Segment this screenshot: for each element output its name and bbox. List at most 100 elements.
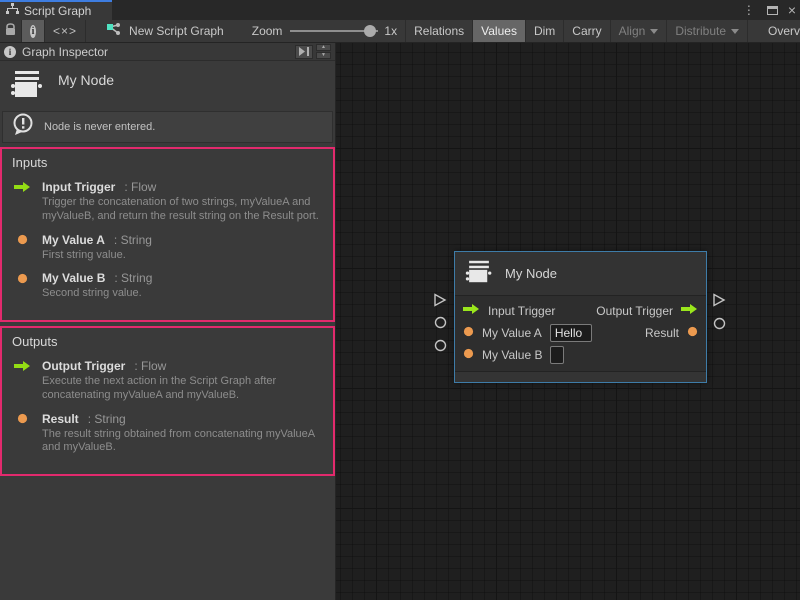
scroll-down-button[interactable]: ▼ — [316, 52, 331, 59]
port-item-output-trigger: Output Trigger : Flow Execute the next a… — [12, 359, 323, 403]
overview-label: Overview — [768, 24, 800, 38]
port-type: : String — [114, 271, 152, 285]
node-row-value-a: My Value A Result — [455, 322, 706, 344]
node-icon — [465, 259, 493, 289]
close-icon[interactable]: × — [788, 3, 796, 17]
port-item-my-value-a: My Value A : String First string value. — [12, 233, 323, 263]
output-trigger-label: Output Trigger — [596, 304, 673, 318]
align-dropdown[interactable]: Align — [611, 20, 668, 42]
chevron-down-icon — [731, 29, 739, 34]
dim-button[interactable]: Dim — [526, 20, 564, 42]
port-name: Result — [42, 412, 79, 426]
my-value-b-input[interactable] — [550, 346, 564, 364]
warning-banner: Node is never entered. — [2, 111, 333, 143]
my-value-a-label: My Value A — [482, 326, 542, 340]
value-port-icon — [12, 413, 33, 424]
new-script-graph-button[interactable]: New Script Graph — [98, 20, 232, 42]
port-name: Input Trigger — [42, 180, 115, 194]
port-description: Execute the next action in the Script Gr… — [42, 375, 328, 403]
external-flow-port[interactable] — [433, 293, 447, 306]
graph-asset-icon — [106, 23, 122, 40]
external-value-port[interactable] — [434, 339, 447, 352]
graph-canvas[interactable]: My Node Input Trigger Output Trigger — [336, 43, 800, 600]
external-flow-port[interactable] — [712, 293, 726, 306]
inputs-header: Inputs — [12, 155, 323, 170]
panel-scroll-spinners: ▲ ▼ — [316, 44, 331, 59]
values-button[interactable]: Values — [473, 20, 526, 42]
port-description: The result string obtained from concaten… — [42, 428, 328, 456]
inputs-section: Inputs Input Trigger : Flow Trigger the … — [0, 147, 335, 322]
new-script-graph-label: New Script Graph — [129, 24, 224, 38]
tab-label: Script Graph — [24, 4, 91, 18]
warning-text: Node is never entered. — [44, 121, 155, 133]
zoom-slider-handle[interactable] — [364, 25, 376, 37]
my-value-b-label: My Value B — [482, 348, 542, 362]
port-name: My Value B — [42, 271, 105, 285]
dock-panel-button[interactable] — [295, 45, 313, 59]
port-name: My Value A — [42, 233, 105, 247]
window-menu-icon[interactable]: ⋮ — [741, 4, 757, 16]
value-port-icon — [12, 234, 33, 245]
result-port-icon[interactable] — [687, 324, 698, 342]
input-trigger-port-icon[interactable] — [463, 302, 480, 320]
outputs-header: Outputs — [12, 334, 323, 349]
external-ports-left — [433, 293, 447, 352]
overview-button[interactable]: Overview — [760, 20, 800, 42]
flow-port-icon — [12, 181, 33, 193]
inspected-node-title: My Node — [58, 69, 114, 88]
output-trigger-port-icon[interactable] — [681, 302, 698, 320]
toolbar-spacer — [86, 20, 98, 42]
maximize-icon[interactable] — [767, 6, 778, 15]
tab-script-graph[interactable]: Script Graph — [0, 0, 112, 20]
zoom-label: Zoom — [252, 24, 283, 38]
node-title: My Node — [505, 266, 557, 281]
distribute-dropdown[interactable]: Distribute — [667, 20, 748, 42]
external-value-port[interactable] — [713, 317, 726, 330]
window-controls: ⋮ × — [741, 0, 796, 20]
port-type: : Flow — [124, 180, 156, 194]
carry-label: Carry — [572, 24, 601, 38]
code-icon: <×> — [53, 24, 77, 38]
dim-label: Dim — [534, 24, 555, 38]
values-label: Values — [481, 24, 517, 38]
lock-button[interactable] — [0, 20, 22, 42]
warning-icon — [11, 112, 36, 142]
result-label: Result — [645, 326, 679, 340]
zoom-slider[interactable] — [290, 30, 378, 32]
distribute-label: Distribute — [675, 24, 726, 38]
node-footer — [455, 371, 706, 382]
external-ports-right — [712, 293, 726, 330]
port-description: First string value. — [42, 249, 328, 263]
scroll-up-button[interactable]: ▲ — [316, 44, 331, 51]
align-label: Align — [619, 24, 646, 38]
my-value-a-input[interactable] — [550, 324, 592, 342]
port-name: Output Trigger — [42, 359, 125, 373]
graph-inspector-title: Graph Inspector — [22, 45, 295, 59]
node-body: Input Trigger Output Trigger My Value A — [455, 296, 706, 371]
my-node[interactable]: My Node Input Trigger Output Trigger — [454, 251, 707, 383]
zoom-control: Zoom 1x — [244, 20, 406, 42]
script-graph-icon — [6, 2, 19, 20]
code-view-button[interactable]: <×> — [45, 20, 86, 42]
port-type: : String — [114, 233, 152, 247]
graph-inspector-header: i Graph Inspector ▲ ▼ — [0, 43, 335, 61]
graph-toolbar: i <×> New Script Graph Zoom 1x Relations… — [0, 20, 800, 43]
input-trigger-label: Input Trigger — [488, 304, 555, 318]
toolbar-spacer — [232, 20, 244, 42]
port-description: Trigger the concatenation of two strings… — [42, 196, 328, 224]
info-icon: i — [4, 46, 16, 58]
relations-button[interactable]: Relations — [406, 20, 473, 42]
flow-port-icon — [12, 360, 33, 372]
my-value-a-port-icon[interactable] — [463, 324, 474, 342]
toolbar-spacer — [748, 20, 760, 42]
title-bar: Script Graph ⋮ × — [0, 0, 800, 20]
outputs-section: Outputs Output Trigger : Flow Execute th… — [0, 326, 335, 476]
port-type: : Flow — [134, 359, 166, 373]
chevron-down-icon — [650, 29, 658, 34]
port-item-result: Result : String The result string obtain… — [12, 412, 323, 456]
my-node-header[interactable]: My Node — [455, 252, 706, 296]
carry-button[interactable]: Carry — [564, 20, 610, 42]
my-value-b-port-icon[interactable] — [463, 346, 474, 364]
external-value-port[interactable] — [434, 316, 447, 329]
inspector-toggle-button[interactable]: i — [22, 20, 45, 42]
